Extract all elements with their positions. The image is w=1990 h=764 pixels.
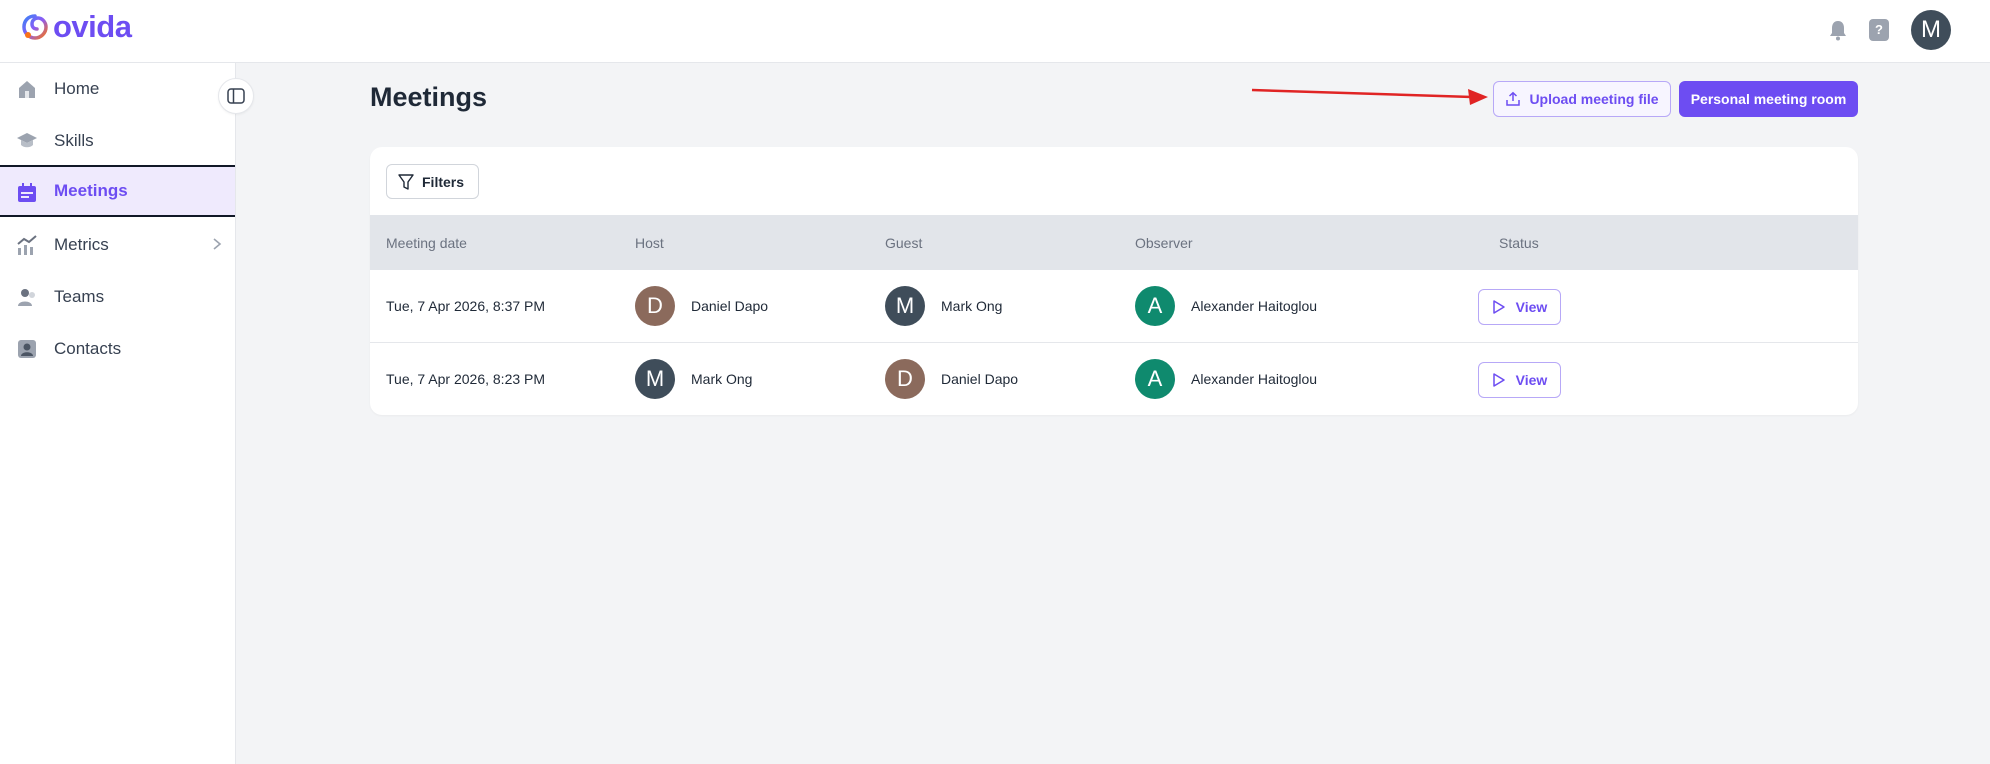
guest-name: Daniel Dapo bbox=[941, 371, 1019, 387]
table-row[interactable]: Tue, 7 Apr 2026, 8:37 PM D Daniel Dapo M… bbox=[370, 270, 1858, 343]
filter-icon bbox=[398, 173, 414, 190]
contact-card-icon bbox=[18, 340, 36, 358]
filters-label: Filters bbox=[422, 173, 465, 190]
host-cell: M Mark Ong bbox=[635, 359, 752, 399]
table-header: Meeting date Host Guest Observer Status bbox=[370, 215, 1858, 270]
calendar-icon bbox=[18, 183, 36, 202]
avatar: A bbox=[1135, 359, 1175, 399]
avatar: M bbox=[885, 286, 925, 326]
home-icon bbox=[19, 81, 35, 98]
bell-icon[interactable] bbox=[1828, 19, 1848, 41]
sidebar-item-label: Home bbox=[54, 79, 100, 98]
help-icon[interactable]: ? bbox=[1869, 19, 1889, 41]
guest-cell: M Mark Ong bbox=[885, 286, 1002, 326]
host-cell: D Daniel Dapo bbox=[635, 286, 768, 326]
guest-cell: D Daniel Dapo bbox=[885, 359, 1018, 399]
sidebar-item-metrics[interactable]: Metrics bbox=[0, 219, 235, 271]
column-header-status[interactable]: Status bbox=[1499, 235, 1539, 251]
column-header-meeting-date[interactable]: Meeting date bbox=[386, 235, 467, 251]
sidebar-item-teams[interactable]: Teams bbox=[0, 271, 235, 323]
user-avatar[interactable]: M bbox=[1911, 10, 1951, 50]
upload-meeting-file-button[interactable]: Upload meeting file bbox=[1493, 81, 1671, 117]
graduation-cap-icon bbox=[17, 133, 37, 148]
sidebar: Home Skills Meetings Metrics Teams Conta… bbox=[0, 63, 236, 764]
play-icon bbox=[1492, 373, 1505, 387]
view-button[interactable]: View bbox=[1478, 362, 1561, 398]
app-logo[interactable]: ovida bbox=[20, 9, 132, 44]
users-icon bbox=[18, 289, 35, 306]
table-row[interactable]: Tue, 7 Apr 2026, 8:23 PM M Mark Ong D Da… bbox=[370, 343, 1858, 415]
observer-name: Alexander Haitoglou bbox=[1191, 298, 1318, 314]
avatar: M bbox=[635, 359, 675, 399]
sidebar-item-contacts[interactable]: Contacts bbox=[0, 323, 235, 375]
sidebar-item-label: Teams bbox=[54, 287, 105, 306]
column-header-observer[interactable]: Observer bbox=[1135, 235, 1193, 251]
logo-mark-icon bbox=[22, 14, 48, 40]
annotation-arrow bbox=[1251, 88, 1488, 105]
column-header-guest[interactable]: Guest bbox=[885, 235, 922, 251]
column-header-host[interactable]: Host bbox=[635, 235, 664, 251]
avatar: D bbox=[885, 359, 925, 399]
host-name: Daniel Dapo bbox=[691, 298, 769, 314]
avatar: A bbox=[1135, 286, 1175, 326]
personal-meeting-room-button[interactable]: Personal meeting room bbox=[1679, 81, 1858, 117]
sidebar-item-label: Skills bbox=[54, 131, 94, 150]
sidebar-item-label: Meetings bbox=[54, 181, 128, 200]
view-button-label: View bbox=[1515, 372, 1548, 388]
logo-text: ovida bbox=[53, 9, 132, 44]
observer-cell: A Alexander Haitoglou bbox=[1135, 359, 1317, 399]
sidebar-item-skills[interactable]: Skills bbox=[0, 115, 235, 167]
top-bar: ovida ? M bbox=[0, 0, 1990, 63]
upload-icon bbox=[1506, 91, 1521, 106]
sidebar-item-home[interactable]: Home bbox=[0, 63, 235, 115]
meetings-table-card: Filters Meeting date Host Guest Observer… bbox=[370, 147, 1858, 415]
avatar: D bbox=[635, 286, 675, 326]
sidebar-item-label: Metrics bbox=[54, 235, 109, 254]
filters-button[interactable]: Filters bbox=[386, 164, 479, 199]
guest-name: Mark Ong bbox=[941, 298, 1003, 314]
view-button-label: View bbox=[1515, 299, 1548, 315]
sidebar-item-label: Contacts bbox=[54, 339, 122, 358]
chevron-right-icon bbox=[213, 238, 222, 250]
observer-cell: A Alexander Haitoglou bbox=[1135, 286, 1317, 326]
meeting-date: Tue, 7 Apr 2026, 8:23 PM bbox=[386, 371, 546, 387]
upload-button-label: Upload meeting file bbox=[1529, 91, 1659, 107]
sidebar-collapse-button[interactable] bbox=[218, 78, 254, 114]
observer-name: Alexander Haitoglou bbox=[1191, 371, 1318, 387]
meeting-date: Tue, 7 Apr 2026, 8:37 PM bbox=[386, 298, 546, 314]
host-name: Mark Ong bbox=[691, 371, 753, 387]
page-title: Meetings bbox=[370, 82, 488, 112]
view-button[interactable]: View bbox=[1478, 289, 1561, 325]
sidebar-toggle-icon bbox=[227, 88, 245, 104]
chart-line-icon bbox=[17, 235, 37, 255]
sidebar-item-meetings[interactable]: Meetings bbox=[0, 165, 235, 217]
play-icon bbox=[1492, 300, 1505, 314]
